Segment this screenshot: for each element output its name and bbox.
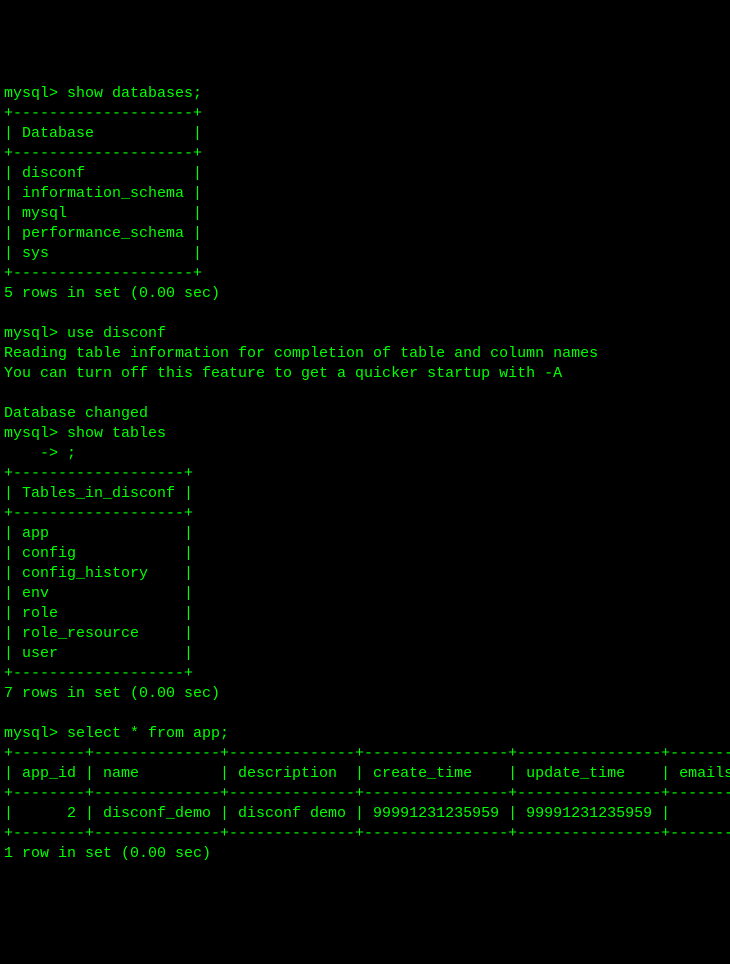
continuation-prompt: -> — [4, 445, 58, 462]
command-semicolon: ; — [67, 445, 76, 462]
table-row: env — [22, 585, 49, 602]
table-row: config — [22, 545, 76, 562]
table-border: +--------------------+ — [4, 265, 202, 282]
table-row: role — [22, 605, 58, 622]
output-line: You can turn off this feature to get a q… — [4, 365, 562, 382]
table-border: +--------------------+ — [4, 145, 202, 162]
result-footer: 1 row in set (0.00 sec) — [4, 845, 211, 862]
result-footer: 7 rows in set (0.00 sec) — [4, 685, 220, 702]
output-line: Database changed — [4, 405, 148, 422]
command-select-app: select * from app; — [67, 725, 229, 742]
table-border: +-------------------+ — [4, 505, 193, 522]
output-line: Reading table information for completion… — [4, 345, 598, 362]
table-border: +-------------------+ — [4, 465, 193, 482]
db-row: sys — [22, 245, 49, 262]
table-row: app — [22, 525, 49, 542]
prompt: mysql> — [4, 725, 58, 742]
db-row: performance_schema — [22, 225, 184, 242]
table-border: +--------+--------------+--------------+… — [4, 825, 730, 842]
table-border: +-------------------+ — [4, 665, 193, 682]
db-row: disconf — [22, 165, 85, 182]
table-data-row: | 2 | disconf_demo | disconf demo | 9999… — [4, 805, 730, 822]
prompt: mysql> — [4, 85, 58, 102]
column-header: Database — [22, 125, 94, 142]
table-header-row: | app_id | name | description | create_t… — [4, 765, 730, 782]
table-border: +--------+--------------+--------------+… — [4, 785, 730, 802]
command-show-tables: show tables — [67, 425, 166, 442]
terminal-output: mysql> show databases; +----------------… — [4, 84, 726, 864]
table-row: config_history — [22, 565, 148, 582]
result-footer: 5 rows in set (0.00 sec) — [4, 285, 220, 302]
db-row: information_schema — [22, 185, 184, 202]
column-header: Tables_in_disconf — [22, 485, 175, 502]
command-use-disconf: use disconf — [67, 325, 166, 342]
table-border: +--------+--------------+--------------+… — [4, 745, 730, 762]
command-show-databases: show databases; — [67, 85, 202, 102]
prompt: mysql> — [4, 325, 58, 342]
table-row: user — [22, 645, 58, 662]
table-row: role_resource — [22, 625, 139, 642]
table-border: +--------------------+ — [4, 105, 202, 122]
db-row: mysql — [22, 205, 67, 222]
prompt: mysql> — [4, 425, 58, 442]
